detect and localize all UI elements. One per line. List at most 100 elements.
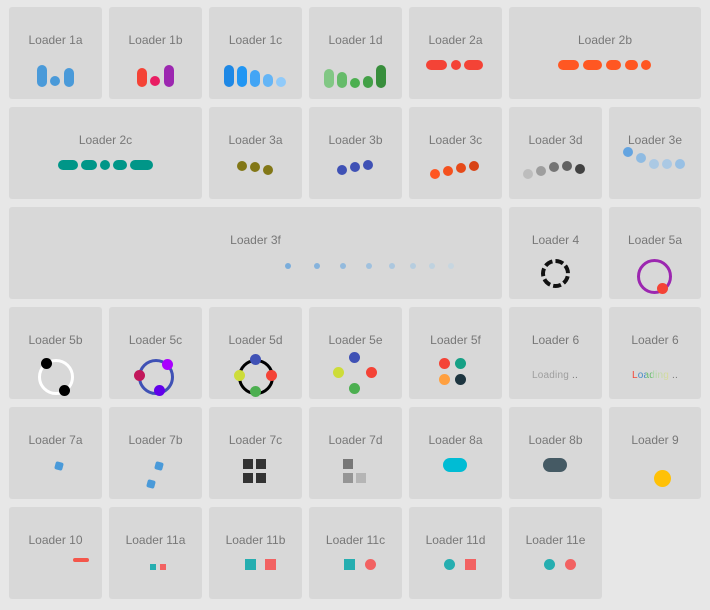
dot [349,352,360,363]
dot [448,263,454,269]
loader-card-2c: Loader 2c [9,107,202,199]
loader-card-1c: Loader 1c [209,7,302,99]
loader-title: Loader 7c [228,433,283,447]
dashed-spinner-icon [541,259,570,288]
dot [675,159,685,169]
square [344,559,355,570]
pill [543,458,567,472]
dot [366,263,372,269]
square-dot [146,479,156,489]
loader-title: Loader 11b [225,533,286,547]
square [243,459,253,469]
loader-card-11d: Loader 11d [409,507,502,599]
loader-title: Loader 2a [428,33,483,47]
loader-card-1b: Loader 1b [109,7,202,99]
square-dot [54,461,64,471]
dot [250,162,260,172]
square [160,564,166,570]
loader-title: Loader 11c [325,533,386,547]
dot [523,169,533,179]
square [343,473,353,483]
bar [363,76,373,88]
bar [324,69,334,88]
loader-title: Loader 8a [428,433,483,447]
bar [250,70,260,87]
loader-card-5c: Loader 5c [109,307,202,399]
dot [455,374,466,385]
loader-title: Loader 4 [531,233,580,247]
loader-title: Loader 10 [28,533,83,547]
loader-card-4: Loader 4 [509,207,602,299]
loader-title: Loader 9 [631,433,679,447]
dot [536,166,546,176]
dot [333,367,344,378]
bar [625,60,638,70]
bar [558,60,579,70]
loader-title: Loader 3a [228,133,283,147]
loader-title: Loader 11a [125,533,186,547]
bar [81,160,97,170]
bar [64,68,74,87]
bar [376,65,386,88]
dot [266,370,277,381]
loading-word-colored: Loading [632,370,669,381]
bar [606,60,621,70]
square [150,564,156,570]
bar [337,72,347,88]
loader-card-5e: Loader 5e [309,307,402,399]
dot [350,78,360,88]
loader-title: Loader 5b [28,333,83,347]
dot [636,153,646,163]
dot [237,161,247,171]
loader-title: Loader 3d [528,133,583,147]
square [256,473,266,483]
loader-title: Loader 3e [627,133,683,147]
loader-title: Loader 7a [28,433,83,447]
dot [250,386,261,397]
loader-title: Loader 5c [128,333,183,347]
dot [429,263,435,269]
loader-title: Loader 2c [78,133,133,147]
bar [164,65,174,87]
loader-card-7d: Loader 7d [309,407,402,499]
loader-card-5a: Loader 5a [609,207,701,299]
bar [464,60,483,70]
loader-card-5d: Loader 5d [209,307,302,399]
dot [285,263,291,269]
loader-card-2a: Loader 2a [409,7,502,99]
dot [410,263,416,269]
bar [130,160,153,170]
bar [137,68,147,87]
dot [641,60,651,70]
loader-card-3b: Loader 3b [309,107,402,199]
square [343,459,353,469]
dot [314,263,320,269]
bar [426,60,447,70]
loader-card-2b: Loader 2b [509,7,701,99]
loader-card-7b: Loader 7b [109,407,202,499]
bar [73,558,89,562]
dot [59,385,70,396]
loader-title: Loader 1c [228,33,283,47]
loader-card-5b: Loader 5b [9,307,102,399]
loader-card-5f: Loader 5f [409,307,502,399]
dot [150,76,160,86]
dot [365,559,376,570]
dot [363,160,373,170]
loader-card-11a: Loader 11a [109,507,202,599]
bar [37,65,47,87]
dot [162,359,173,370]
loader-title: Loader 3b [328,133,383,147]
dot [337,165,347,175]
loading-text: Loading .. [532,370,578,381]
dot [340,263,346,269]
loader-title: Loader 11e [525,533,586,547]
dot [154,385,165,396]
loader-card-1a: Loader 1a [9,7,102,99]
loader-title: Loader 1d [328,33,383,47]
loading-text: Loading .. [632,370,678,381]
loader-card-7c: Loader 7c [209,407,302,499]
dot [565,559,576,570]
dot [439,358,450,369]
bar [263,74,273,87]
